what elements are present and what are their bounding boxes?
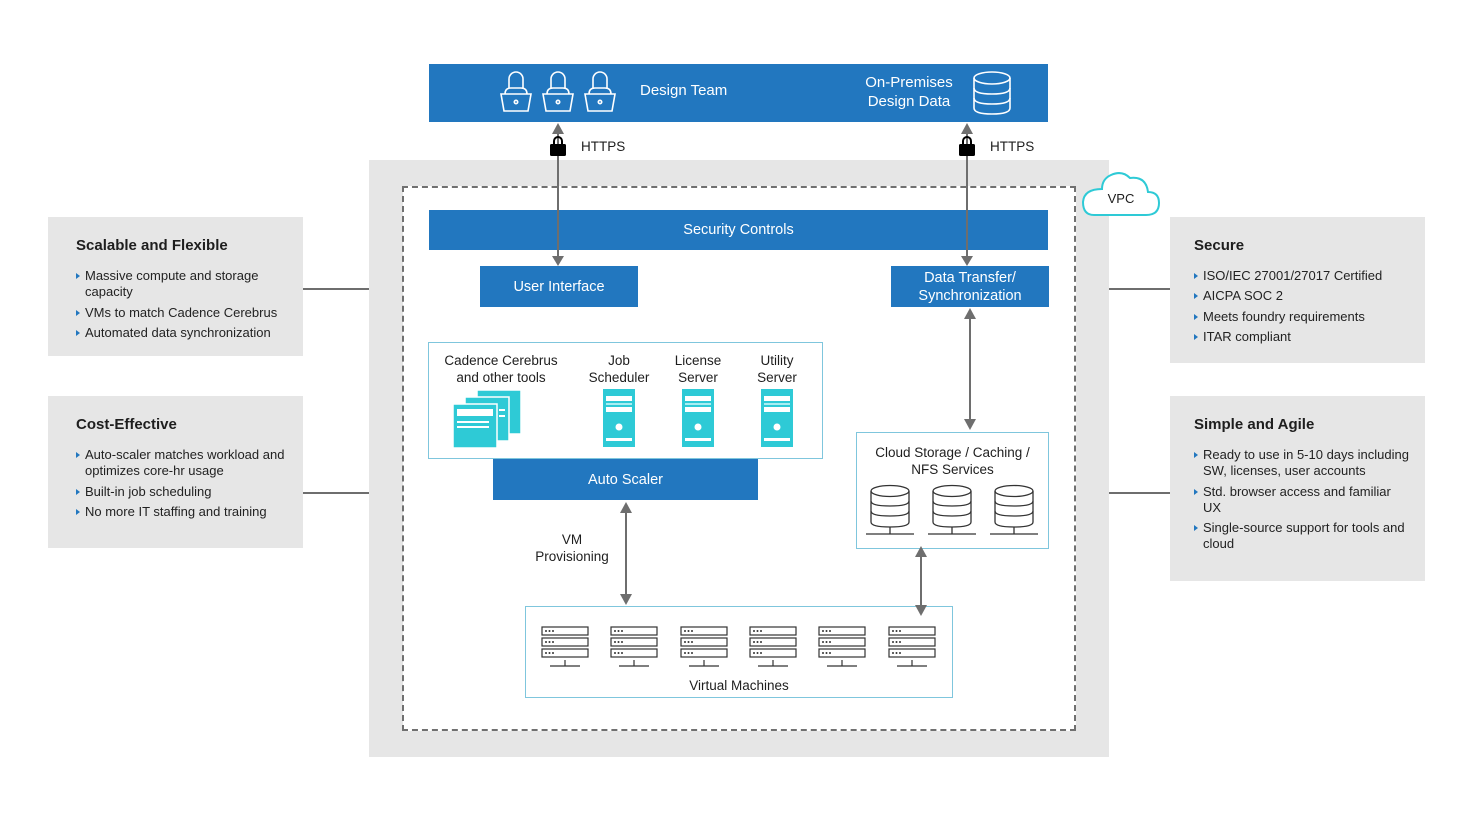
lock-icon [550,136,566,156]
vm-provisioning-label: VM Provisioning [522,531,622,565]
https-label-right: HTTPS [990,139,1035,154]
top-bar: Design Team On-Premises Design Data [429,64,1048,122]
lock-icon [959,136,975,156]
cloud-storage-line1: Cloud Storage / Caching / [875,445,1030,460]
connector-line [1109,288,1170,290]
tool-label-line2: Server [678,370,718,385]
vm-server-icon [679,625,729,669]
connector-line [303,492,369,494]
panel-simple-agile: Simple and Agile Ready to use in 5-10 da… [1170,396,1425,581]
panel-title: Cost-Effective [76,416,177,433]
bullet-item: ISO/IEC 27001/27017 Certified [1194,268,1409,284]
vm-server-icon [540,625,590,669]
tool-label-line2: and other tools [456,370,546,385]
user-laptop-icon [499,70,533,114]
tool-job-scheduler-label: Job Scheduler [584,352,654,386]
connector-line [1109,492,1170,494]
vpc-label: VPC [1107,191,1135,206]
bullet-item: Single-source support for tools and clou… [1194,520,1409,553]
auto-scaler-box: Auto Scaler [493,459,758,500]
database-icon [971,70,1013,116]
vm-provisioning-line1: VM [561,532,583,547]
user-laptop-icon [583,70,617,114]
tool-label-line1: Cadence Cerebrus [444,353,558,368]
vm-icons [540,625,940,669]
vm-provisioning-line2: Provisioning [535,549,609,564]
vm-server-icon [887,625,937,669]
vm-server-icon [609,625,659,669]
data-transfer-box: Data Transfer/ Synchronization [891,266,1049,307]
tool-label-line1: Utility [760,353,794,368]
panel-bullets: Ready to use in 5-10 days including SW, … [1194,447,1409,553]
server-tower-icon [603,389,635,447]
panel-bullets: Auto-scaler matches workload and optimiz… [76,447,287,520]
tool-cerebrus-label: Cadence Cerebrus and other tools [432,352,570,386]
virtual-machines-label: Virtual Machines [689,678,789,693]
tool-label-line2: Server [757,370,797,385]
on-premises-line1: On-Premises [865,74,953,91]
panel-title: Scalable and Flexible [76,237,228,254]
app-windows-icon [451,388,525,450]
storage-icons [866,484,1041,540]
bullet-item: Automated data synchronization [76,325,287,341]
on-premises-label: On-Premises Design Data [849,73,969,111]
bullet-item: ITAR compliant [1194,329,1409,345]
storage-database-icon [866,484,918,538]
bullet-item: AICPA SOC 2 [1194,288,1409,304]
storage-database-icon [928,484,980,538]
user-laptop-icon [541,70,575,114]
https-label-left: HTTPS [581,139,626,154]
bullet-item: VMs to match Cadence Cerebrus [76,305,287,321]
tool-utility-server-label: Utility Server [742,352,812,386]
panel-secure: Secure ISO/IEC 27001/27017 Certified AIC… [1170,217,1425,363]
panel-bullets: Massive compute and storage capacity VMs… [76,268,287,341]
data-transfer-line2: Synchronization [918,287,1022,304]
cloud-storage-label: Cloud Storage / Caching / NFS Services [856,444,1049,478]
design-team-label: Design Team [640,82,728,99]
vm-server-icon [748,625,798,669]
cloud-storage-line2: NFS Services [911,462,994,477]
panel-cost-effective: Cost-Effective Auto-scaler matches workl… [48,396,303,548]
bullet-item: Massive compute and storage capacity [76,268,287,301]
data-transfer-line1: Data Transfer/ [924,269,1016,286]
tool-label-line1: License [674,353,722,368]
vpc-cloud-badge: VPC [1080,170,1162,218]
bullet-item: Ready to use in 5-10 days including SW, … [1194,447,1409,480]
storage-database-icon [990,484,1042,538]
panel-scalable-flexible: Scalable and Flexible Massive compute an… [48,217,303,356]
user-interface-box: User Interface [480,266,638,307]
panel-title: Simple and Agile [1194,416,1315,433]
bullet-item: Meets foundry requirements [1194,309,1409,325]
bullet-item: Auto-scaler matches workload and optimiz… [76,447,287,480]
server-tower-icon [761,389,793,447]
tool-license-server-label: License Server [663,352,733,386]
bullet-item: Std. browser access and familiar UX [1194,484,1409,517]
bullet-item: No more IT staffing and training [76,504,287,520]
panel-bullets: ISO/IEC 27001/27017 Certified AICPA SOC … [1194,268,1409,345]
server-tower-icon [682,389,714,447]
connector-line [303,288,369,290]
vm-server-icon [817,625,867,669]
tool-label-line1: Job [608,353,630,368]
panel-title: Secure [1194,237,1245,254]
on-premises-line2: Design Data [867,93,951,110]
bullet-item: Built-in job scheduling [76,484,287,500]
security-controls-bar: Security Controls [429,210,1048,250]
tool-label-line2: Scheduler [588,370,650,385]
